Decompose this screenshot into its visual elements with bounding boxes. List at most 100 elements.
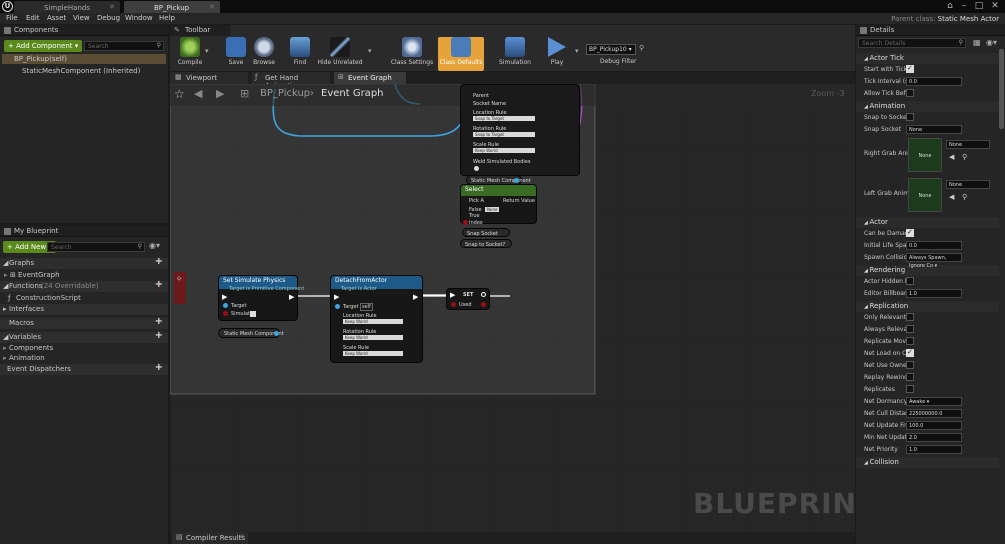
menu-asset[interactable]: Asset: [47, 14, 66, 22]
exec-out-icon[interactable]: ▶: [413, 293, 418, 301]
asset-thumbnail[interactable]: None: [908, 178, 942, 212]
play-button[interactable]: Play: [540, 37, 574, 71]
category-graphs[interactable]: ◢ Graphs +: [0, 256, 168, 269]
source-control-icon[interactable]: ⌂: [944, 0, 956, 12]
rotation-rule-select[interactable]: Snap to Target: [473, 132, 535, 137]
favorite-star-icon[interactable]: ☆: [174, 87, 185, 101]
browse-asset-icon[interactable]: ⚲: [962, 193, 967, 201]
index-pin[interactable]: [463, 220, 468, 225]
rotation-rule-select[interactable]: Keep World: [343, 335, 403, 340]
event-node-stub[interactable]: ⬦: [174, 272, 186, 304]
maximize-button[interactable]: □: [973, 0, 985, 12]
forward-arrow-icon[interactable]: ▶: [216, 87, 224, 100]
category-variables[interactable]: ◢ Variables +: [0, 330, 168, 343]
used-pin[interactable]: [451, 302, 456, 307]
property-value-field[interactable]: 0.0: [906, 77, 962, 86]
property-value-field[interactable]: 225000000.0: [906, 409, 962, 418]
tab-get-hand-animation[interactable]: ƒ Get Hand Animation: [252, 72, 330, 90]
view-options-eye-icon[interactable]: ◉▾: [986, 38, 997, 47]
add-dispatcher-plus-icon[interactable]: +: [155, 362, 163, 373]
class-defaults-button[interactable]: Class Defaults: [438, 37, 484, 71]
component-item-staticmesh[interactable]: StaticMeshComponent (Inherited): [12, 67, 140, 75]
property-value-field[interactable]: 2.0: [906, 433, 962, 442]
set-variable-node[interactable]: ▶ SET Used: [446, 288, 490, 310]
debug-object-select[interactable]: BP_Pickup10 ▾: [586, 44, 636, 55]
exec-in-icon[interactable]: ▶: [334, 293, 339, 301]
property-value-field[interactable]: 1.0: [906, 289, 962, 298]
property-checkbox[interactable]: [906, 228, 914, 237]
property-checkbox[interactable]: [906, 385, 914, 393]
property-checkbox[interactable]: [906, 361, 914, 369]
list-item-eventgraph[interactable]: ▸ ⊞ EventGraph: [0, 269, 168, 281]
browse-button[interactable]: Browse: [244, 37, 284, 71]
property-checkbox[interactable]: [906, 113, 914, 121]
hide-unrelated-button[interactable]: Hide Unrelated: [317, 37, 363, 71]
property-checkbox[interactable]: [906, 277, 914, 285]
tab-viewport[interactable]: ▦ Viewport: [170, 72, 248, 84]
close-tab-icon[interactable]: ✕: [209, 3, 215, 11]
details-search-input[interactable]: Search Details ⚲: [858, 38, 966, 48]
category-event-dispatchers[interactable]: Event Dispatchers +: [0, 362, 168, 375]
tab-event-graph[interactable]: ⊞ Event Graph: [334, 72, 406, 84]
compile-button[interactable]: Compile: [170, 37, 210, 71]
exec-out-icon[interactable]: ▶: [289, 293, 294, 301]
output-pin[interactable]: [514, 178, 519, 183]
play-options-chevron-icon[interactable]: ▾: [575, 47, 579, 55]
details-section-header[interactable]: ◢ Collision: [856, 457, 999, 468]
breadcrumb-root[interactable]: BP_Pickup: [260, 88, 310, 99]
asset-select[interactable]: None: [946, 180, 990, 189]
false-value-select[interactable]: None: [485, 207, 499, 212]
components-search-input[interactable]: Search ⚲: [84, 41, 164, 51]
close-tab-icon[interactable]: ✕: [239, 533, 245, 541]
asset-select[interactable]: None: [946, 140, 990, 149]
event-graph-canvas[interactable]: ☆ ◀ ▶ ⊞ BP_Pickup › Event Graph Zoom -3 …: [170, 84, 855, 532]
output-pin[interactable]: [274, 331, 279, 336]
list-item-constructionscript[interactable]: ƒ ConstructionScript: [0, 292, 168, 304]
detach-from-actor-node[interactable]: DetachFromActor Target is Actor ▶ ▶ Targ…: [330, 275, 423, 363]
use-selected-arrow-icon[interactable]: ◀: [949, 193, 954, 201]
menu-debug[interactable]: Debug: [97, 14, 120, 22]
snap-socket-getter-node[interactable]: Snap Socket: [462, 228, 510, 237]
details-section-header[interactable]: ◢ Replication: [856, 301, 999, 312]
menu-window[interactable]: Window: [125, 14, 153, 22]
hide-options-chevron-icon[interactable]: ▾: [368, 47, 372, 55]
property-checkbox[interactable]: [906, 337, 914, 345]
scale-rule-select[interactable]: Keep World: [343, 351, 403, 356]
minimize-button[interactable]: –: [958, 0, 970, 12]
category-functions[interactable]: ◢ Functions (24 Overridable) +: [0, 279, 168, 292]
attach-to-component-node[interactable]: Parent Socket Name Location Rule Snap to…: [460, 84, 580, 176]
target-pin[interactable]: [223, 303, 228, 308]
property-checkbox[interactable]: [906, 348, 914, 357]
class-settings-button[interactable]: Class Settings: [390, 37, 434, 71]
details-section-header[interactable]: ◢ Actor: [856, 217, 999, 228]
menu-help[interactable]: Help: [159, 14, 175, 22]
add-component-button[interactable]: + Add Component ▾: [4, 40, 83, 52]
property-matrix-icon[interactable]: ▦: [973, 38, 981, 47]
scale-rule-select[interactable]: Keep World: [473, 148, 535, 153]
doc-tab-bp-pickup[interactable]: BP_Pickup ✕: [124, 1, 220, 13]
list-item-animation[interactable]: ▸ Animation: [0, 353, 168, 364]
location-rule-select[interactable]: Keep World: [343, 319, 403, 324]
details-section-header[interactable]: ◢ Actor Tick: [856, 53, 999, 64]
property-checkbox[interactable]: [906, 64, 914, 73]
tab-compiler-results[interactable]: ▤ Compiler Results ✕: [172, 532, 248, 544]
property-checkbox[interactable]: [906, 313, 914, 321]
exec-out-pin[interactable]: [481, 292, 486, 297]
asset-thumbnail[interactable]: None: [908, 138, 942, 172]
component-item-self[interactable]: BP_Pickup(self): [2, 54, 166, 64]
back-arrow-icon[interactable]: ◀: [194, 87, 202, 100]
my-blueprint-search-input[interactable]: Search ⚲: [47, 242, 145, 252]
menu-edit[interactable]: Edit: [26, 14, 40, 22]
close-button[interactable]: ✕: [989, 0, 1001, 12]
set-simulate-physics-node[interactable]: Set Simulate Physics Target is Primitive…: [218, 275, 304, 321]
menu-view[interactable]: View: [73, 14, 90, 22]
category-macros[interactable]: Macros +: [0, 316, 168, 329]
property-checkbox[interactable]: [906, 325, 914, 333]
target-pin[interactable]: [335, 304, 340, 309]
static-mesh-getter-node[interactable]: Static Mesh Component: [218, 328, 284, 338]
menu-file[interactable]: File: [6, 14, 18, 22]
debug-find-magnifier-icon[interactable]: ⚲: [639, 44, 644, 52]
simulation-button[interactable]: Simulation: [495, 37, 535, 71]
property-checkbox[interactable]: [906, 373, 914, 381]
simulate-checkbox[interactable]: [250, 311, 256, 317]
